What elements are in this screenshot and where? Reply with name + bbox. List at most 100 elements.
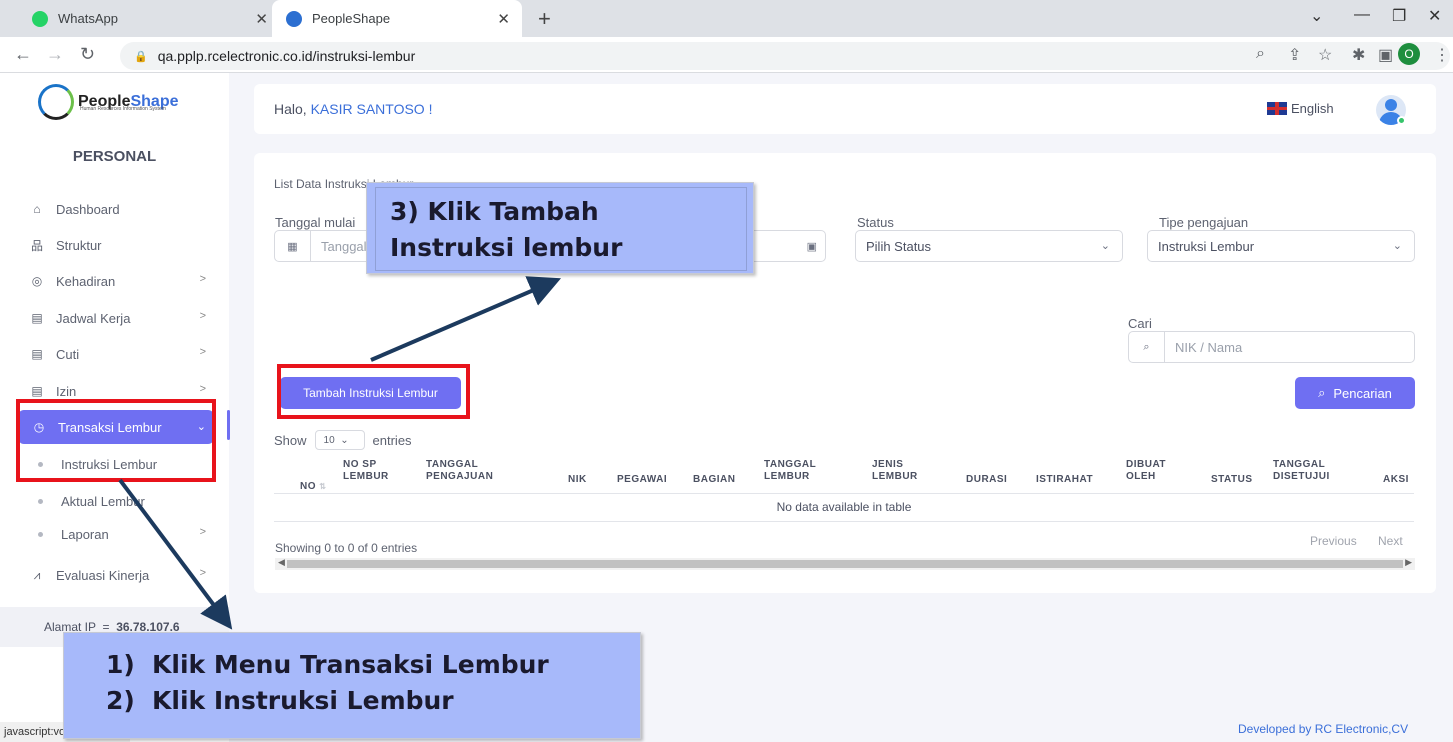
scroll-right-icon[interactable]: ▶ xyxy=(1405,557,1412,568)
type-label: Tipe pengajuan xyxy=(1159,215,1249,230)
column-header[interactable]: TANGGAL DISETUJUI xyxy=(1273,459,1353,483)
share-icon[interactable]: ⇪ xyxy=(1288,45,1301,65)
pagination-next[interactable]: Next xyxy=(1378,534,1403,548)
app-logo[interactable]: PeopleShape Human Resources Information … xyxy=(38,84,178,120)
type-value: Instruksi Lembur xyxy=(1158,238,1255,254)
status-select[interactable]: Pilih Status ⌄ xyxy=(855,230,1123,262)
sidebar-item-label: Kehadiran xyxy=(56,273,116,289)
calendar-icon: ▦ xyxy=(275,231,311,261)
column-header[interactable]: DURASI xyxy=(966,474,1007,486)
start-date-label: Tanggal mulai xyxy=(275,215,356,230)
search-button[interactable]: ⌕ Pencarian xyxy=(1295,377,1415,409)
annotation-step3-line1: 3) Klik Tambah xyxy=(390,197,599,226)
sidebar-item-laporan[interactable]: Laporan > xyxy=(38,522,208,546)
column-header[interactable]: NO ⇅ xyxy=(300,481,326,493)
close-window-icon[interactable]: ✕ xyxy=(1428,6,1441,26)
annotation-step3: 3) Klik Tambah Instruksi lembur xyxy=(366,182,754,274)
column-header[interactable]: BAGIAN xyxy=(693,474,735,486)
highlight-menu xyxy=(16,399,216,482)
column-header[interactable]: STATUS xyxy=(1211,474,1253,486)
sidebar-item-struktur[interactable]: 品 Struktur xyxy=(28,233,208,257)
status-label: Status xyxy=(857,215,894,230)
search-icon: ⌕ xyxy=(1129,332,1165,362)
tab-peopleshape[interactable]: PeopleShape ✕ xyxy=(272,0,522,37)
user-icon xyxy=(1385,99,1397,111)
sidebar-item-kehadiran[interactable]: ◎ Kehadiran > xyxy=(28,269,208,293)
profile-avatar[interactable]: O xyxy=(1398,43,1420,65)
pagination-previous[interactable]: Previous xyxy=(1310,534,1357,548)
greeting-prefix: Halo, xyxy=(274,101,311,117)
tab-whatsapp[interactable]: WhatsApp ✕ xyxy=(18,0,280,37)
scroll-left-icon[interactable]: ◀ xyxy=(278,557,285,568)
sidebar-subitem-aktual-lembur[interactable]: Aktual Lembur xyxy=(38,494,145,509)
entries-select[interactable]: 10 ⌄ xyxy=(314,430,365,450)
chevron-right-icon: > xyxy=(199,526,206,538)
column-header[interactable]: NO SP LEMBUR xyxy=(343,459,403,483)
empty-table-message: No data available in table xyxy=(776,500,912,514)
chevron-down-icon: ⌄ xyxy=(1100,240,1110,252)
search-placeholder: NIK / Nama xyxy=(1175,339,1243,355)
sidebar-item-label: Dashboard xyxy=(56,201,120,217)
logo-mark-icon xyxy=(38,84,74,120)
search-input[interactable]: ⌕ NIK / Nama xyxy=(1128,331,1415,363)
menu-kebab-icon[interactable]: ⋮ xyxy=(1434,45,1450,65)
close-tab-icon[interactable]: ✕ xyxy=(497,10,510,28)
annotation-step1: 1) Klik Menu Transaksi Lembur xyxy=(106,650,549,679)
language-label: English xyxy=(1291,101,1334,116)
language-switch[interactable]: English xyxy=(1267,101,1334,116)
search-label: Cari xyxy=(1128,316,1152,331)
column-header[interactable]: ISTIRAHAT xyxy=(1036,474,1093,486)
entries-length: Show 10 ⌄ entries xyxy=(274,430,412,450)
column-header[interactable]: JENIS LEMBUR xyxy=(872,459,932,483)
table-info: Showing 0 to 0 of 0 entries xyxy=(275,541,418,555)
horizontal-scrollbar[interactable]: ◀ ▶ xyxy=(275,557,1415,570)
sidebar-item-label: Jadwal Kerja xyxy=(56,310,131,326)
bullet-icon xyxy=(38,499,43,504)
column-header[interactable]: DIBUAT OLEH xyxy=(1126,459,1176,483)
back-icon[interactable]: ← xyxy=(14,44,32,65)
uk-flag-icon xyxy=(1267,102,1287,115)
column-header[interactable]: TANGGAL LEMBUR xyxy=(764,459,834,483)
forward-icon[interactable]: → xyxy=(46,44,64,65)
calendar-icon[interactable]: ▣ xyxy=(807,240,817,253)
highlight-add-button xyxy=(277,364,470,419)
reload-icon[interactable]: ↻ xyxy=(80,44,95,65)
sidebar-item-evaluasi-kinerja[interactable]: ⩘ Evaluasi Kinerja > xyxy=(28,563,208,587)
sidebar-item-jadwal-kerja[interactable]: ▤ Jadwal Kerja > xyxy=(28,306,208,330)
new-tab-icon[interactable]: + xyxy=(538,6,551,32)
sidebar-item-cuti[interactable]: ▤ Cuti > xyxy=(28,342,208,366)
home-icon: ⌂ xyxy=(33,202,41,216)
footer-credit: Developed by RC Electronic,CV xyxy=(1238,722,1408,736)
column-header[interactable]: PEGAWAI xyxy=(617,474,667,486)
tab-search-icon[interactable]: ⌄ xyxy=(1310,6,1323,26)
side-panel-icon[interactable]: ▣ xyxy=(1378,45,1393,65)
online-status-dot xyxy=(1397,116,1406,125)
scrollbar-thumb[interactable] xyxy=(287,560,1403,568)
annotation-step3-line2: Instruksi lembur xyxy=(390,233,623,262)
chevron-right-icon: > xyxy=(199,567,206,579)
annotation-step2: 2) Klik Instruksi Lembur xyxy=(106,686,454,715)
zoom-icon[interactable]: ⌕ xyxy=(1256,45,1265,63)
chevron-right-icon: > xyxy=(199,346,206,358)
extensions-icon[interactable]: ✱ xyxy=(1352,45,1365,65)
peopleshape-favicon-icon xyxy=(286,10,302,27)
minimize-icon[interactable]: — xyxy=(1354,6,1370,24)
sidebar-item-dashboard[interactable]: ⌂ Dashboard xyxy=(28,197,208,221)
footer-company[interactable]: RC Electronic,CV xyxy=(1315,722,1408,736)
logo-tagline: Human Resources Information System xyxy=(80,106,166,112)
sidebar-item-label: Izin xyxy=(56,383,77,399)
search-icon: ⌕ xyxy=(1318,385,1326,400)
status-value: Pilih Status xyxy=(866,238,932,254)
column-header[interactable]: TANGGAL PENGAJUAN xyxy=(426,459,516,483)
calendar-icon: ▤ xyxy=(31,311,43,325)
url-text: qa.pplp.rcelectronic.co.id/instruksi-lem… xyxy=(157,48,416,64)
sidebar-section-title: PERSONAL xyxy=(72,148,157,165)
chevron-down-icon: ⌄ xyxy=(1392,240,1402,252)
column-header[interactable]: NIK xyxy=(568,474,587,486)
whatsapp-icon xyxy=(32,10,48,27)
url-field[interactable]: 🔒 qa.pplp.rcelectronic.co.id/instruksi-l… xyxy=(120,42,1450,70)
bookmark-star-icon[interactable]: ☆ xyxy=(1318,45,1332,65)
type-select[interactable]: Instruksi Lembur ⌄ xyxy=(1147,230,1415,262)
close-tab-icon[interactable]: ✕ xyxy=(255,10,268,28)
restore-icon[interactable]: ❐ xyxy=(1392,6,1406,26)
